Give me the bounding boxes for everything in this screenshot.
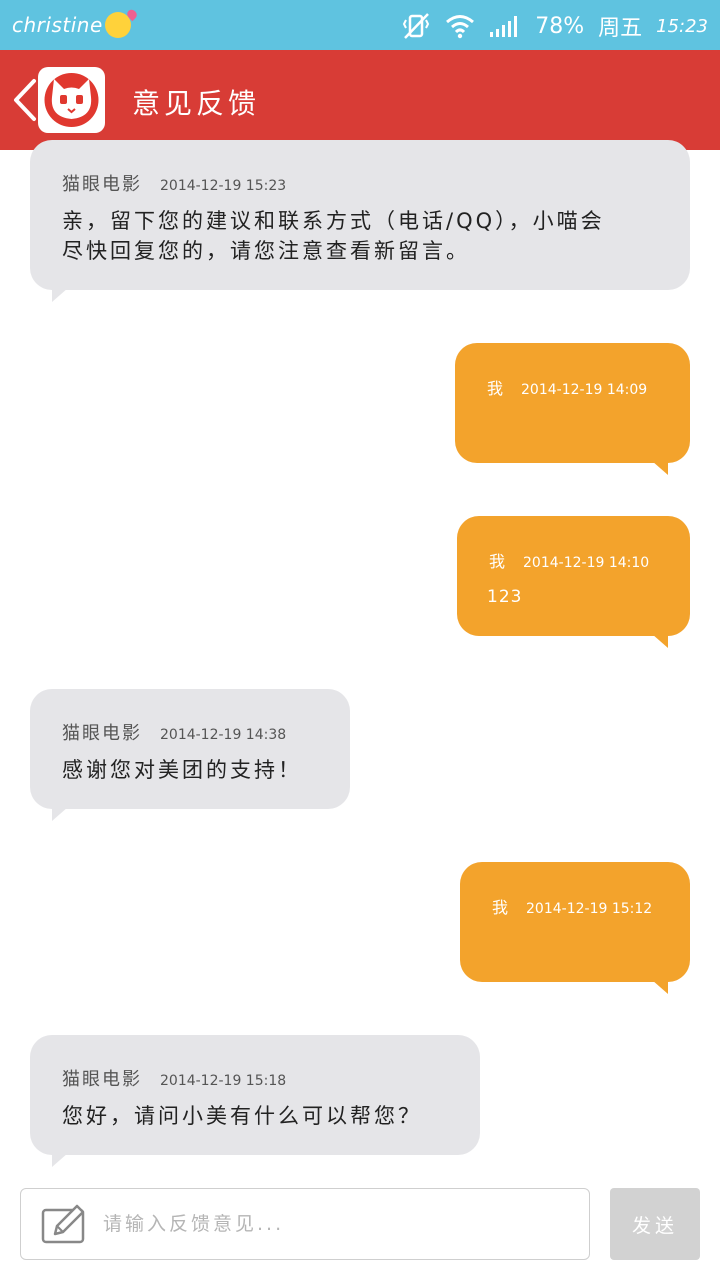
message-text: 亲，留下您的建议和联系方式（电话/QQ），小喵会 尽快回复您的，请您注意查看新留…: [62, 206, 605, 266]
battery-level: 78%: [535, 13, 585, 39]
message-time: 2014-12-19 15:23: [160, 178, 287, 194]
message-meta: 我 2014-12-19 14:09: [487, 375, 647, 399]
message-meta: 猫眼电影 2014-12-19 15:18: [62, 1065, 286, 1091]
message-text: 您好，请问小美有什么可以帮您？: [62, 1104, 422, 1128]
message-sender: 我: [487, 379, 504, 398]
message-bubble-outgoing: 我 2014-12-19 14:10 123: [457, 516, 690, 648]
wifi-icon: [446, 15, 475, 39]
edit-icon: [41, 1204, 85, 1244]
message-meta: 我 2014-12-19 15:12: [492, 894, 652, 918]
message-text-line: 尽快回复您的，请您注意查看新留言。: [62, 239, 470, 263]
message-text-line: 亲，留下您的建议和联系方式（电话/QQ），小喵会: [62, 209, 605, 233]
message-sender: 猫眼电影: [62, 1069, 142, 1090]
message-time: 2014-12-19 14:38: [160, 727, 287, 743]
message-sender: 我: [489, 552, 506, 571]
bubble-tail: [52, 807, 68, 821]
bubble-tail: [652, 980, 668, 994]
back-arrow-icon[interactable]: [10, 78, 40, 122]
status-icons: 78% 周五 15:23: [401, 10, 708, 42]
status-day: 周五: [598, 16, 643, 41]
message-sender: 猫眼电影: [62, 723, 142, 744]
message-bubble-outgoing: 我 2014-12-19 15:12: [460, 862, 690, 994]
message-bubble-incoming: 猫眼电影 2014-12-19 15:23 亲，留下您的建议和联系方式（电话/QQ…: [30, 140, 690, 302]
message-bubble-incoming: 猫眼电影 2014-12-19 14:38 感谢您对美团的支持！: [30, 689, 350, 821]
message-time: 2014-12-19 15:12: [526, 901, 653, 917]
feedback-input[interactable]: [101, 1189, 575, 1259]
bubble-tail: [52, 1153, 68, 1167]
header-bar: 意见反馈: [0, 50, 720, 150]
status-username: christine: [12, 13, 103, 37]
message-sender: 猫眼电影: [62, 174, 142, 195]
message-time: 2014-12-19 15:18: [160, 1073, 287, 1089]
cat-logo-icon: [44, 73, 99, 127]
message-bubble-incoming: 猫眼电影 2014-12-19 15:18 您好，请问小美有什么可以帮您？: [30, 1035, 480, 1167]
message-text: 感谢您对美团的支持！: [62, 758, 302, 782]
bubble-tail: [652, 461, 668, 475]
status-bar: christine 78% 周五 15:23: [0, 0, 720, 50]
page-title: 意见反馈: [132, 87, 261, 120]
message-bubble-outgoing: 我 2014-12-19 14:09: [455, 343, 690, 475]
signal-icon: [490, 16, 518, 37]
vibrate-off-icon: [403, 13, 430, 39]
message-time: 2014-12-19 14:10: [523, 555, 650, 571]
app-logo: [38, 67, 105, 133]
message-time: 2014-12-19 14:09: [521, 382, 648, 398]
message-meta: 猫眼电影 2014-12-19 15:23: [62, 170, 286, 196]
emoji-icon: [104, 12, 131, 38]
status-time: 15:23: [656, 15, 708, 37]
message-text: 123: [487, 587, 523, 607]
message-meta: 猫眼电影 2014-12-19 14:38: [62, 719, 286, 745]
feedback-input-container[interactable]: [20, 1188, 590, 1260]
status-user: christine: [12, 12, 131, 38]
bubble-tail: [52, 288, 68, 302]
message-sender: 我: [492, 898, 509, 917]
send-button[interactable]: 发送: [610, 1188, 700, 1260]
bubble-tail: [652, 634, 668, 648]
message-meta: 我 2014-12-19 14:10: [489, 548, 649, 572]
